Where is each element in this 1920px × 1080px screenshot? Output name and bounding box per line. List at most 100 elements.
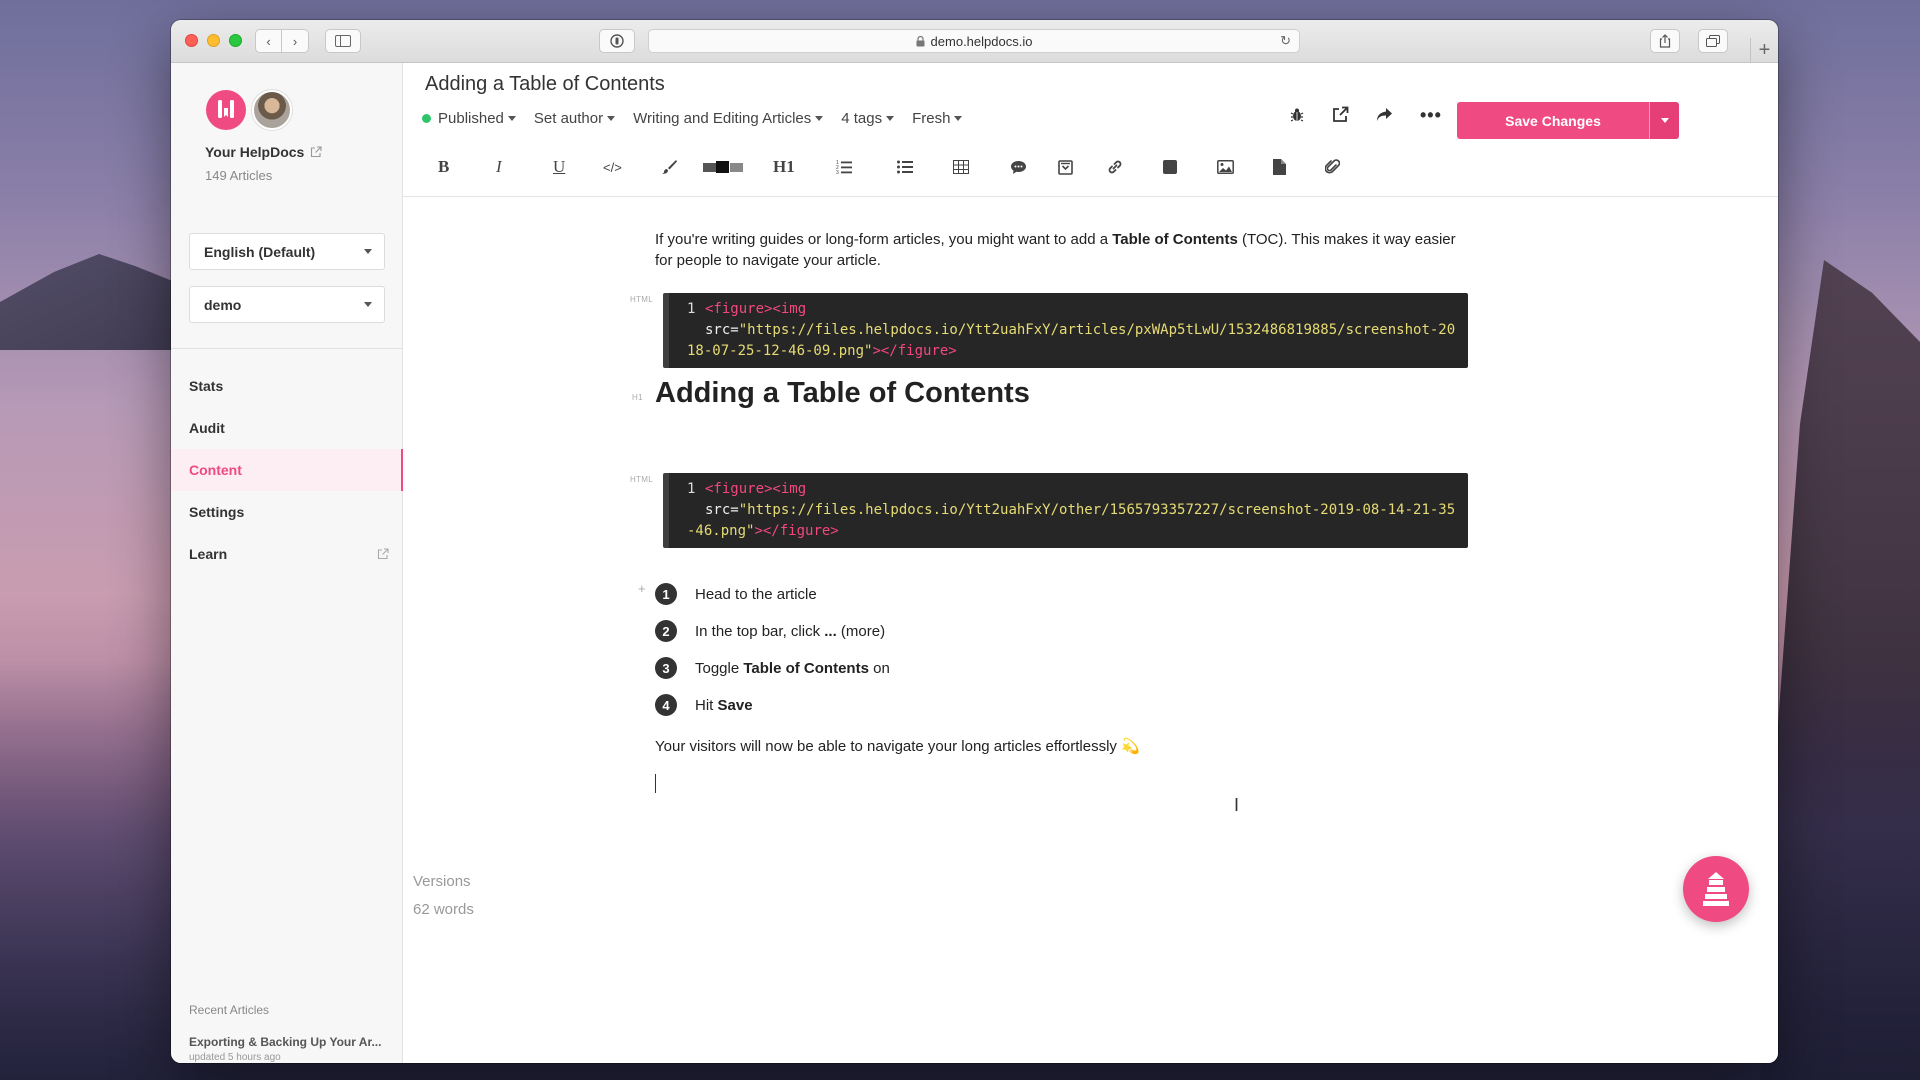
more-button[interactable]: ••• [1420,105,1442,126]
background-hill-left [0,254,180,350]
outro-paragraph[interactable]: Your visitors will now be able to naviga… [655,736,1460,757]
image-button[interactable] [1217,156,1234,178]
svg-text:3: 3 [836,170,839,175]
ordered-list-icon: 123 [836,160,852,175]
language-select[interactable]: English (Default) [189,233,385,270]
embed-button[interactable] [1163,156,1177,178]
step-text: In the top bar, click [695,622,825,640]
versions-link[interactable]: Versions [413,873,471,890]
color-toggle-button[interactable] [703,156,743,178]
help-widget-button[interactable] [1683,856,1749,922]
tags-dropdown[interactable]: 4 tags [841,110,895,127]
privacy-report-button[interactable] [599,29,635,53]
save-options-dropdown[interactable] [1649,102,1679,139]
sidebar-toggle-button[interactable] [325,29,361,53]
step-text: Toggle [695,659,744,677]
recent-article-link[interactable]: Exporting & Backing Up Your Ar... [189,1035,389,1049]
sidebar-item-audit[interactable]: Audit [171,407,403,449]
code-attr: src= [705,502,739,518]
minimize-window-button[interactable] [207,34,220,47]
code-tag: ></figure> [754,523,839,539]
list-item[interactable]: 1 Head to the article [655,583,817,605]
sidebar-item-learn[interactable]: Learn [171,533,403,575]
add-block-icon[interactable]: + [638,581,646,596]
paintbrush-icon [662,160,677,174]
chevron-right-icon: › [292,33,298,49]
list-item[interactable]: 3 Toggle Table of Contents on [655,657,890,679]
freshness-dropdown[interactable]: Fresh [912,110,963,127]
sidebar-item-settings[interactable]: Settings [171,491,403,533]
italic-button[interactable]: I [496,156,502,178]
attachment-button[interactable] [1325,156,1340,178]
caret-down-icon [607,116,616,121]
sidebar-item-stats[interactable]: Stats [171,365,403,407]
tags-label: 4 tags [841,110,883,127]
underline-button[interactable]: U [553,156,565,178]
code-tag: <figure><img [705,301,807,317]
article-heading[interactable]: Adding a Table of Contents [655,377,1030,410]
back-button[interactable]: ‹ [255,29,282,53]
table-button[interactable] [953,156,969,178]
address-bar[interactable]: demo.helpdocs.io ↻ [648,29,1300,53]
tab-overview-button[interactable] [1698,29,1728,53]
app-sidebar: Your HelpDocs 149 Articles English (Defa… [171,63,403,1063]
browser-window: ‹ › demo.helpdocs.io ↻ + Your HelpDocs 1… [171,20,1778,1063]
list-item[interactable]: 2 In the top bar, click ... (more) [655,620,885,642]
callout-button[interactable] [1010,156,1027,178]
heading-button[interactable]: H1 [773,156,795,178]
share-button[interactable] [1650,29,1680,53]
user-avatar[interactable] [252,90,292,130]
paperclip-icon [1325,159,1340,174]
sidebar-icon [335,35,351,47]
close-window-button[interactable] [185,34,198,47]
org-name[interactable]: Your HelpDocs [205,144,322,160]
ordered-list-button[interactable]: 123 [836,156,852,178]
highlight-button[interactable] [661,156,677,178]
code-string: "https://files.helpdocs.io/Ytt2uahFxY/ar… [687,322,1456,359]
site-select[interactable]: demo [189,286,385,323]
zoom-window-button[interactable] [229,34,242,47]
code-block[interactable]: 1 <figure><img src="https://files.helpdoc… [663,293,1468,368]
author-dropdown[interactable]: Set author [534,110,616,127]
sidebar-item-label: Stats [189,378,224,394]
ibeam-cursor-icon: I [1234,795,1240,815]
tabs-icon [1706,35,1720,47]
lighthouse-icon [1703,872,1729,906]
save-changes-button[interactable]: Save Changes [1457,102,1649,139]
sidebar-item-content[interactable]: Content [171,449,403,491]
article-body[interactable]: If you're writing guides or long-form ar… [403,197,1778,1063]
bug-button[interactable] [1290,107,1304,128]
file-button[interactable] [1273,156,1286,178]
reload-icon[interactable]: ↻ [1280,33,1291,49]
url-text: demo.helpdocs.io [930,33,1033,49]
caret-down-icon [815,116,824,121]
sidebar-item-label: Settings [189,504,245,520]
article-count: 149 Articles [205,168,273,183]
plus-icon: + [1758,39,1771,61]
code-block[interactable]: 1 <figure><img src="https://files.helpdoc… [663,473,1468,548]
status-dropdown[interactable]: Published [422,110,516,127]
accordion-button[interactable] [1058,156,1073,178]
intro-paragraph[interactable]: If you're writing guides or long-form ar… [655,229,1460,271]
code-button[interactable]: </> [603,156,622,178]
bold-icon: B [438,157,450,176]
new-tab-button[interactable]: + [1750,38,1778,63]
recent-article-meta: updated 5 hours ago [189,1052,281,1063]
article-title[interactable]: Adding a Table of Contents [425,73,665,96]
forward-button[interactable]: › [282,29,309,53]
external-link-icon [377,548,389,560]
step-bold-text: ... [824,622,837,640]
helpdocs-logo[interactable] [206,90,246,130]
link-button[interactable] [1107,156,1123,178]
caret-down-icon [364,249,372,254]
bullet-list-button[interactable] [897,156,913,178]
bold-button[interactable]: B [438,156,449,178]
step-number: 1 [655,583,677,605]
speech-bubble-icon [1011,160,1026,174]
external-link-icon [1333,106,1349,122]
share-article-button[interactable] [1376,107,1393,127]
list-item[interactable]: 4 Hit Save [655,694,753,716]
bug-icon [1290,108,1304,122]
preview-button[interactable] [1332,106,1349,128]
category-dropdown[interactable]: Writing and Editing Articles [633,110,824,127]
